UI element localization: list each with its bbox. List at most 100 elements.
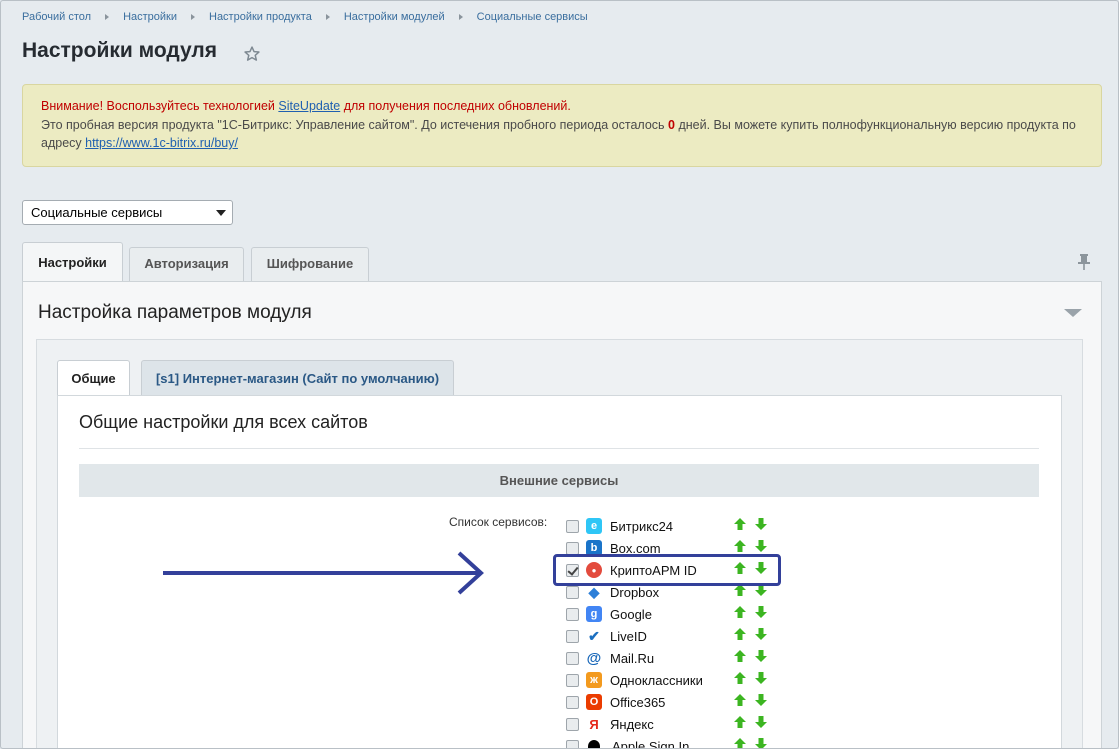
sort-controls — [734, 672, 767, 684]
service-row: ж Одноклассники — [566, 669, 703, 691]
service-checkbox[interactable] — [566, 673, 579, 687]
sort-controls — [734, 518, 767, 530]
service-label: Яндекс — [610, 716, 654, 732]
breadcrumb-separator-icon — [191, 14, 195, 20]
move-down-icon[interactable] — [755, 672, 767, 684]
liveid-icon: ✔ — [588, 627, 600, 644]
service-label: Dropbox — [610, 584, 660, 600]
tab-settings[interactable]: Настройки — [22, 242, 123, 282]
move-down-icon[interactable] — [755, 738, 767, 749]
buy-link[interactable]: https://www.1c-bitrix.ru/buy/ — [85, 136, 238, 150]
service-row: @ Mail.Ru — [566, 647, 654, 669]
pin-icon[interactable] — [1076, 253, 1092, 271]
move-down-icon[interactable] — [755, 650, 767, 662]
move-up-icon[interactable] — [734, 518, 746, 530]
sort-controls — [734, 738, 767, 749]
move-up-icon[interactable] — [734, 650, 746, 662]
google-icon: g — [586, 606, 602, 622]
content-title: Общие настройки для всех сайтов — [79, 412, 368, 432]
move-up-icon[interactable] — [734, 716, 746, 728]
move-down-icon[interactable] — [755, 694, 767, 706]
breadcrumb-separator-icon — [325, 14, 330, 20]
service-label: Одноклассники — [610, 672, 703, 688]
page-title: Настройки модуля — [22, 39, 218, 62]
service-row: Я Яндекс — [566, 713, 654, 735]
move-down-icon[interactable] — [755, 540, 767, 552]
move-up-icon[interactable] — [734, 694, 746, 706]
tab-authorization[interactable]: Авторизация — [129, 247, 244, 281]
breadcrumb-item[interactable]: Настройки — [123, 11, 177, 23]
move-down-icon[interactable] — [755, 606, 767, 618]
breadcrumb-item[interactable]: Настройки продукта — [209, 11, 312, 23]
trial-message: Это пробная версия продукта "1С-Битрикс:… — [41, 116, 1083, 153]
module-select[interactable]: Социальные сервисы — [22, 200, 233, 225]
service-checkbox[interactable] — [566, 629, 579, 643]
tab-encryption[interactable]: Шифрование — [251, 247, 369, 281]
breadcrumb-separator-icon — [105, 14, 110, 20]
service-row: g Google — [566, 603, 652, 625]
service-checkbox[interactable] — [566, 695, 579, 709]
service-label: Apple Sign In — [612, 738, 690, 749]
breadcrumb-separator-icon — [458, 14, 463, 20]
breadcrumb-item[interactable]: Социальные сервисы — [477, 11, 588, 23]
sort-controls — [734, 716, 767, 728]
sort-controls — [734, 628, 767, 640]
service-label: LiveID — [610, 628, 647, 644]
apple-icon — [588, 739, 600, 748]
service-row: ✔ LiveID — [566, 625, 647, 647]
move-down-icon[interactable] — [755, 628, 767, 640]
subtab-site-s1[interactable]: [s1] Интернет-магазин (Сайт по умолчанию… — [141, 360, 454, 396]
ok-icon: ж — [586, 672, 602, 688]
office365-icon: O — [586, 694, 602, 710]
breadcrumb: Рабочий стол Настройки Настройки продукт… — [22, 11, 588, 23]
move-up-icon[interactable] — [734, 540, 746, 552]
move-down-icon[interactable] — [755, 716, 767, 728]
service-row: O Office365 — [566, 691, 665, 713]
highlight-box — [553, 554, 781, 586]
subtab-general[interactable]: Общие — [57, 360, 130, 396]
dropbox-icon: ◆ — [588, 583, 600, 600]
siteupdate-link[interactable]: SiteUpdate — [278, 99, 340, 113]
bitrix24-icon: e — [586, 518, 602, 534]
service-checkbox[interactable] — [566, 541, 579, 555]
warning-text: Внимание! Воспользуйтесь технологией — [41, 99, 279, 113]
section-header: Внешние сервисы — [79, 464, 1039, 497]
mailru-icon: @ — [586, 649, 602, 667]
window-frame: Рабочий стол Настройки Настройки продукт… — [0, 0, 1119, 749]
move-down-icon[interactable] — [755, 518, 767, 530]
service-checkbox[interactable] — [566, 717, 579, 731]
trial-days: 0 — [668, 117, 675, 132]
service-checkbox[interactable] — [566, 519, 579, 533]
move-up-icon[interactable] — [734, 738, 746, 749]
trial-notice: Внимание! Воспользуйтесь технологией Sit… — [22, 84, 1102, 167]
sort-controls — [734, 606, 767, 618]
service-checkbox[interactable] — [566, 739, 579, 748]
pointer-arrow-icon — [163, 551, 484, 595]
service-label: Office365 — [610, 694, 666, 710]
breadcrumb-item[interactable]: Настройки модулей — [344, 11, 445, 23]
chevron-down-icon — [216, 210, 226, 216]
service-label: Mail.Ru — [610, 650, 655, 666]
service-checkbox[interactable] — [566, 651, 579, 665]
sort-controls — [734, 540, 767, 552]
service-checkbox[interactable] — [566, 585, 579, 599]
sort-controls — [734, 694, 767, 706]
favorite-star-icon[interactable] — [243, 45, 261, 63]
move-up-icon[interactable] — [734, 606, 746, 618]
divider — [79, 448, 1039, 449]
panel-title: Настройка параметров модуля — [38, 302, 312, 323]
breadcrumb-item[interactable]: Рабочий стол — [22, 11, 91, 23]
collapse-arrow-icon[interactable] — [1064, 309, 1082, 317]
update-warning: Внимание! Воспользуйтесь технологией Sit… — [41, 97, 1083, 116]
warning-text-end: для получения последних обновлений. — [340, 99, 571, 113]
move-up-icon[interactable] — [734, 628, 746, 640]
move-up-icon[interactable] — [734, 672, 746, 684]
service-checkbox[interactable] — [566, 607, 579, 621]
module-select-value: Социальные сервисы — [31, 205, 163, 220]
sort-controls — [734, 650, 767, 662]
service-label: Битрикс24 — [610, 518, 674, 534]
service-label: Google — [610, 606, 652, 622]
service-row: e Битрикс24 — [566, 515, 673, 537]
service-row: Apple Sign In — [566, 735, 690, 749]
trial-text: Это пробная версия продукта "1С-Битрикс:… — [41, 117, 669, 132]
